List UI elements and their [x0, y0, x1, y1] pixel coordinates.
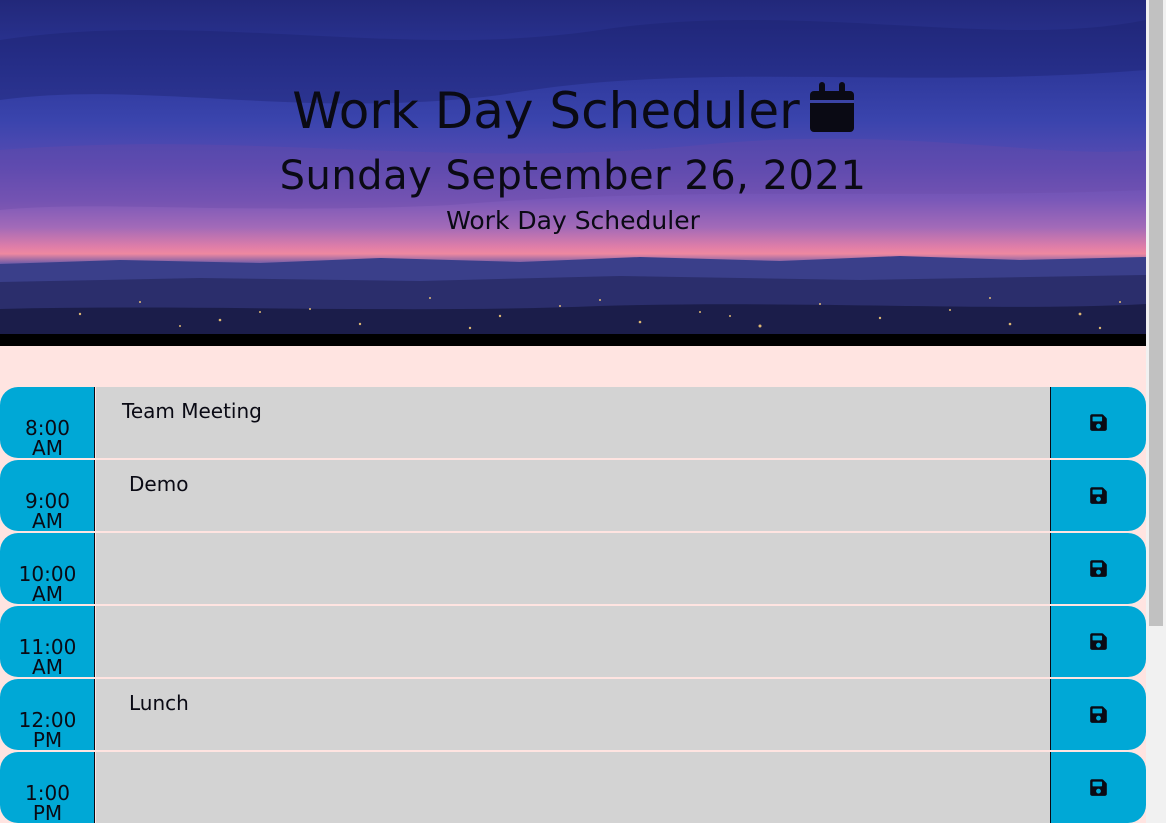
hour-ampm: AM	[32, 509, 63, 533]
hour-time: 9:00	[25, 489, 70, 513]
hour-label: 8:00 AM	[0, 387, 95, 458]
city-skyline-background	[0, 256, 1146, 334]
event-textarea[interactable]	[96, 752, 1050, 823]
save-button[interactable]	[1050, 752, 1146, 823]
schedule-list: 8:00 AM Team Meeting 9:00 AM Demo 10:00 …	[0, 387, 1146, 823]
hour-time: 12:00	[18, 708, 77, 732]
save-button[interactable]	[1050, 533, 1146, 604]
vertical-scrollbar[interactable]	[1146, 0, 1166, 823]
save-button[interactable]	[1050, 387, 1146, 458]
hour-time: 8:00	[25, 416, 70, 440]
floppy-disk-icon	[1090, 706, 1107, 723]
page-title: Work Day Scheduler	[0, 80, 1146, 142]
time-block-row: 1:00 PM	[0, 752, 1146, 823]
time-block-row: 9:00 AM Demo	[0, 460, 1146, 531]
page-subtitle: Work Day Scheduler	[446, 206, 700, 235]
event-textarea[interactable]: Lunch	[96, 679, 1050, 750]
page-title-text: Work Day Scheduler	[292, 82, 800, 140]
save-button[interactable]	[1050, 606, 1146, 677]
hour-label: 9:00 AM	[0, 460, 95, 531]
event-textarea[interactable]	[96, 606, 1050, 677]
hour-time: 10:00	[18, 562, 77, 586]
floppy-disk-icon	[1090, 560, 1107, 577]
event-textarea[interactable]	[96, 533, 1050, 604]
hour-label: 10:00 AM	[0, 533, 95, 604]
save-button[interactable]	[1050, 460, 1146, 531]
floppy-disk-icon	[1090, 487, 1107, 504]
time-block-row: 12:00 PM Lunch	[0, 679, 1146, 750]
time-block-row: 11:00 AM	[0, 606, 1146, 677]
floppy-disk-icon	[1090, 779, 1107, 796]
hour-ampm: AM	[32, 582, 63, 606]
floppy-disk-icon	[1090, 633, 1107, 650]
hour-label: 1:00 PM	[0, 752, 95, 823]
header-divider	[0, 334, 1146, 346]
hour-time: 1:00	[25, 781, 70, 805]
header-jumbotron: Work Day Scheduler Sunday September 26, …	[0, 0, 1146, 334]
event-textarea[interactable]: Demo	[96, 460, 1050, 531]
time-block-row: 10:00 AM	[0, 533, 1146, 604]
hour-ampm: PM	[32, 728, 63, 752]
hour-label: 12:00 PM	[0, 679, 95, 750]
hour-ampm: PM	[32, 801, 63, 823]
hour-label: 11:00 AM	[0, 606, 95, 677]
calendar-icon	[809, 82, 854, 132]
floppy-disk-icon	[1090, 414, 1107, 431]
page: Work Day Scheduler Sunday September 26, …	[0, 0, 1146, 823]
time-block-row: 8:00 AM Team Meeting	[0, 387, 1146, 458]
hour-ampm: AM	[32, 436, 63, 460]
event-textarea[interactable]: Team Meeting	[96, 387, 1050, 458]
current-date: Sunday September 26, 2021	[279, 153, 867, 199]
save-button[interactable]	[1050, 679, 1146, 750]
scrollbar-thumb[interactable]	[1149, 0, 1163, 626]
hour-time: 11:00	[18, 635, 77, 659]
hour-ampm: AM	[32, 655, 63, 679]
